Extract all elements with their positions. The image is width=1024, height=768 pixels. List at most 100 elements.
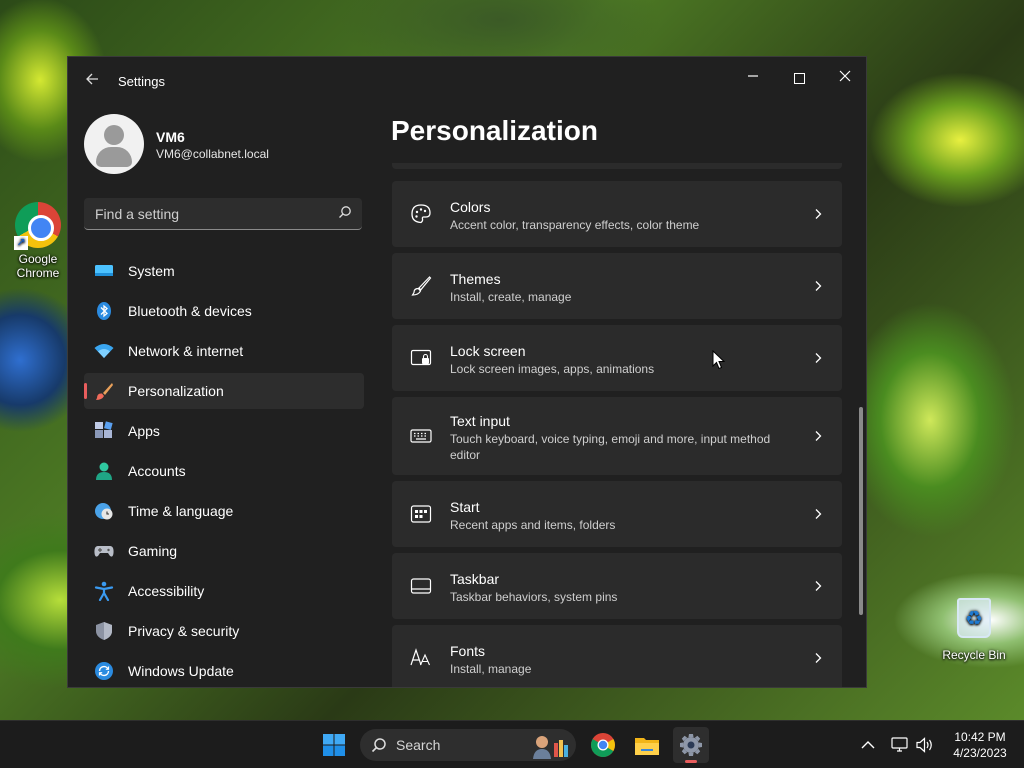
user-name: VM6 [156, 129, 185, 145]
brush-icon [96, 383, 113, 400]
content-scrollbar[interactable] [859, 407, 863, 615]
card-subtitle: Taskbar behaviors, system pins [450, 590, 618, 604]
sidebar-item-network[interactable]: Network & internet [84, 333, 364, 369]
taskbar: Search 10:42 PM 4/23/2023 [0, 720, 1024, 768]
chevron-right-icon [815, 509, 822, 519]
sidebar-item-personalization[interactable]: Personalization [84, 373, 364, 409]
card-subtitle: Install, create, manage [450, 290, 572, 304]
sidebar-item-label: Accounts [128, 463, 186, 479]
update-icon [95, 662, 113, 680]
settings-icon [680, 734, 702, 756]
accessibility-icon [94, 581, 114, 601]
sidebar-item-privacy[interactable]: Privacy & security [84, 613, 364, 649]
sidebar-item-gaming[interactable]: Gaming [84, 533, 364, 569]
chevron-right-icon [815, 581, 822, 591]
chevron-right-icon [815, 353, 822, 363]
sidebar-item-accessibility[interactable]: Accessibility [84, 573, 364, 609]
mouse-cursor-icon [712, 350, 726, 370]
close-button[interactable] [822, 63, 866, 93]
sidebar-item-label: Gaming [128, 543, 178, 559]
chevron-right-icon [815, 209, 822, 219]
card-title: Lock screen [450, 343, 526, 359]
card-lock-screen[interactable]: Lock screen Lock screen images, apps, an… [392, 325, 842, 391]
card-start[interactable]: Start Recent apps and items, folders [392, 481, 842, 547]
wifi-icon [94, 344, 114, 358]
sidebar-item-label: Privacy & security [128, 623, 240, 639]
clock-date: 4/23/2023 [953, 746, 1007, 760]
desktop-icon-chrome[interactable]: ↗ Google Chrome [3, 202, 73, 280]
card-subtitle: Recent apps and items, folders [450, 518, 616, 532]
card-fonts[interactable]: Fonts Install, manage [392, 625, 842, 687]
sidebar-item-bluetooth[interactable]: Bluetooth & devices [84, 293, 364, 329]
window-title: Settings [118, 74, 165, 89]
clock-globe-icon [95, 503, 113, 520]
card-title: Colors [450, 199, 491, 215]
search-icon [371, 738, 386, 753]
card-title: Themes [450, 271, 501, 287]
card-partial [392, 163, 842, 169]
sidebar-item-label: Time & language [128, 503, 234, 519]
chevron-right-icon [815, 653, 822, 663]
card-subtitle: Accent color, transparency effects, colo… [450, 218, 700, 232]
chrome-icon: ↗ [14, 202, 62, 250]
gamepad-icon [94, 546, 114, 557]
taskbar-settings[interactable] [673, 727, 709, 763]
card-text-input[interactable]: Text input Touch keyboard, voice typing,… [392, 397, 842, 475]
card-title: Taskbar [450, 571, 500, 587]
card-colors[interactable]: Colors Accent color, transparency effect… [392, 181, 842, 247]
sidebar-item-windows-update[interactable]: Windows Update [84, 653, 364, 687]
close-icon [839, 70, 851, 82]
card-taskbar[interactable]: Taskbar Taskbar behaviors, system pins [392, 553, 842, 619]
taskbar-search-label: Search [396, 737, 441, 753]
sidebar-item-apps[interactable]: Apps [84, 413, 364, 449]
sidebar-item-label: Network & internet [128, 343, 244, 359]
system-icon [95, 265, 113, 276]
sidebar-item-time-language[interactable]: Time & language [84, 493, 364, 529]
card-themes[interactable]: Themes Install, create, manage [392, 253, 842, 319]
sidebar-item-system[interactable]: System [84, 253, 364, 289]
sidebar-item-label: Bluetooth & devices [128, 303, 252, 319]
card-title: Text input [450, 413, 510, 429]
maximize-button[interactable] [776, 63, 822, 93]
minimize-icon [748, 75, 758, 77]
title-bar: Settings [68, 57, 866, 105]
sidebar-item-accounts[interactable]: Accounts [84, 453, 364, 489]
back-arrow-icon [86, 73, 98, 85]
card-subtitle: Lock screen images, apps, animations [450, 362, 655, 376]
accounts-icon [96, 462, 112, 480]
card-title: Start [450, 499, 480, 515]
settings-window: Settings VM6 VM6@collabnet.local Find a … [67, 56, 867, 688]
search-icon [339, 206, 351, 218]
clock-time: 10:42 PM [954, 730, 1006, 744]
taskbar-file-explorer[interactable] [629, 727, 665, 763]
minimize-button[interactable] [730, 63, 776, 93]
search-input[interactable] [84, 198, 324, 229]
brush-icon [411, 276, 432, 296]
sidebar-nav: System Bluetooth & devices Network & int… [84, 253, 364, 687]
sidebar-item-label: Windows Update [128, 663, 234, 679]
apps-icon [95, 421, 113, 438]
chevron-up-icon[interactable] [860, 738, 876, 752]
start-button[interactable] [316, 727, 352, 763]
user-email: VM6@collabnet.local [156, 147, 269, 161]
start-icon [410, 505, 432, 523]
page-title: Personalization [391, 115, 598, 146]
taskbar-search[interactable]: Search [360, 729, 576, 761]
file-explorer-icon [635, 738, 659, 755]
taskbar-clock[interactable]: 10:42 PM 4/23/2023 [944, 729, 1016, 761]
desktop-icon-label: Recycle Bin [942, 648, 1006, 662]
taskbar-chrome[interactable] [585, 727, 621, 763]
card-title: Fonts [450, 643, 486, 659]
recycle-bin-icon [950, 598, 998, 646]
desktop-icon-recycle-bin[interactable]: Recycle Bin [939, 598, 1009, 662]
network-icon[interactable] [890, 735, 910, 755]
taskbar-icon [410, 578, 432, 594]
avatar [84, 114, 144, 174]
search-highlight-icon [533, 736, 568, 759]
sidebar-item-label: Accessibility [128, 583, 205, 599]
volume-icon[interactable] [915, 735, 935, 755]
windows-start-icon [323, 734, 345, 756]
chevron-right-icon [815, 281, 822, 291]
back-button[interactable] [82, 71, 102, 91]
settings-search[interactable] [84, 198, 362, 230]
